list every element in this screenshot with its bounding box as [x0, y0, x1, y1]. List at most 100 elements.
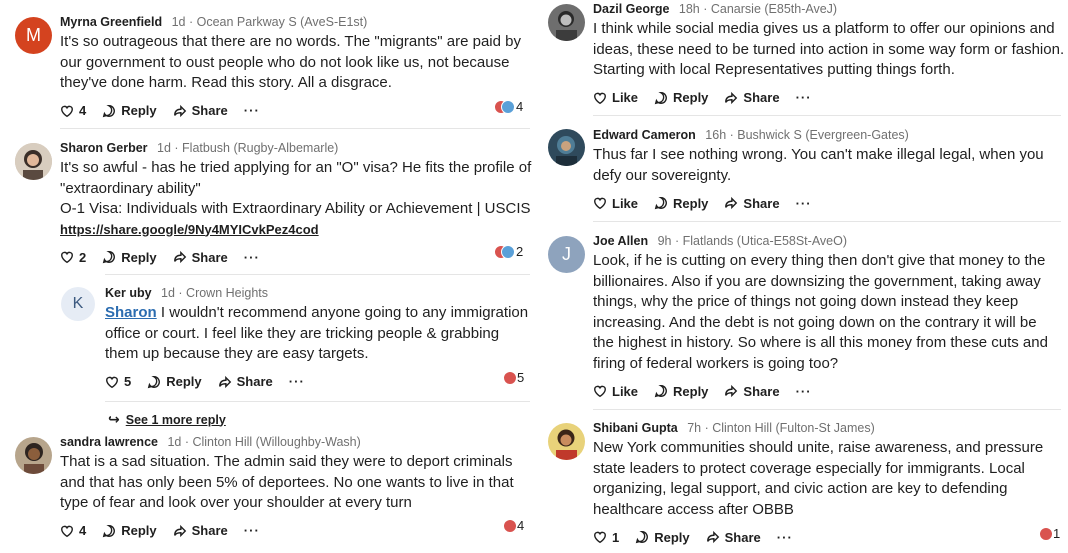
comment-meta: 1d · Crown Heights	[161, 286, 269, 300]
like-reaction-icon	[1039, 526, 1053, 541]
comment-meta: 7h · Clinton Hill (Fulton-St James)	[687, 421, 875, 435]
like-button[interactable]: Like	[593, 90, 638, 105]
author-name[interactable]: Sharon Gerber	[60, 141, 148, 155]
avatar[interactable]: M	[15, 17, 52, 54]
like-button[interactable]: 1	[593, 530, 619, 545]
heart-icon	[594, 385, 606, 398]
comment-actions: 5 Reply Share ···	[105, 373, 535, 391]
heart-icon	[61, 525, 73, 537]
more-options-button[interactable]: ···	[244, 523, 260, 538]
see-more-replies-link[interactable]: ↪ See 1 more reply	[108, 411, 226, 428]
reply-button[interactable]: Reply	[102, 103, 157, 118]
author-name[interactable]: Edward Cameron	[593, 128, 696, 142]
reply-icon	[147, 375, 161, 388]
comment-text: It's so outrageous that there are no wor…	[60, 33, 521, 91]
comment-text: New York communities should unite, raise…	[593, 439, 1044, 518]
share-icon	[725, 384, 738, 398]
comment-meta: 16h · Bushwick S (Evergreen-Gates)	[705, 128, 909, 142]
comment-text: I think while social media gives us a pl…	[593, 20, 1065, 78]
comment-text: It's so awful - has he tried applying fo…	[60, 159, 532, 237]
shared-link[interactable]: https://share.google/9Ny4MYICvkPez4cod	[60, 222, 319, 237]
like-button[interactable]: 5	[105, 374, 131, 389]
reaction-summary[interactable]: 2	[494, 244, 523, 259]
comment-actions: Like Reply Share ···	[593, 89, 1063, 107]
comment-actions: 4 Reply Share ···	[60, 522, 530, 540]
profile-photo	[548, 4, 585, 41]
avatar[interactable]: J	[548, 236, 585, 273]
divider	[105, 401, 530, 402]
author-name[interactable]: Dazil George	[593, 2, 669, 16]
comment-actions: 2 Reply Share ···	[60, 248, 530, 266]
reply-button[interactable]: Reply	[102, 250, 157, 265]
share-button[interactable]: Share	[724, 90, 780, 105]
avatar[interactable]	[548, 4, 585, 41]
like-button[interactable]: 4	[60, 523, 86, 538]
comment-text: Thus far I see nothing wrong. You can't …	[593, 146, 1044, 184]
more-options-button[interactable]: ···	[777, 530, 793, 545]
divider	[593, 409, 1061, 410]
reply-button[interactable]: Reply	[102, 523, 157, 538]
share-button[interactable]: Share	[218, 374, 273, 389]
more-options-button[interactable]: ···	[796, 90, 812, 105]
mention-link[interactable]: Sharon	[105, 304, 157, 321]
author-name[interactable]: sandra lawrence	[60, 435, 158, 449]
author-name[interactable]: Myrna Greenfield	[60, 15, 162, 29]
profile-photo	[15, 143, 52, 180]
reaction-summary[interactable]: 4	[494, 99, 523, 114]
share-button[interactable]: Share	[173, 523, 228, 538]
reaction-summary[interactable]: 5	[503, 370, 524, 385]
comment-text: That is a sad situation. The admin said …	[60, 453, 514, 511]
reply-icon	[102, 104, 116, 117]
author-name[interactable]: Ker uby	[105, 286, 152, 300]
like-button[interactable]: Like	[593, 196, 638, 211]
divider	[593, 221, 1061, 222]
share-icon	[725, 196, 738, 210]
reply-button[interactable]: Reply	[654, 90, 708, 105]
more-options-button[interactable]: ···	[289, 374, 305, 389]
share-icon	[706, 530, 719, 544]
share-icon	[218, 375, 231, 388]
comment-text: Look, if he is cutting on every thing th…	[593, 252, 1048, 372]
more-options-button[interactable]: ···	[244, 250, 260, 265]
avatar[interactable]: K	[61, 287, 95, 321]
reply-button[interactable]: Reply	[635, 530, 690, 545]
share-button[interactable]: Share	[706, 530, 761, 545]
reply-button[interactable]: Reply	[654, 384, 708, 399]
comment-meta: 18h · Canarsie (E85th-AveJ)	[678, 2, 838, 16]
avatar[interactable]	[548, 129, 585, 166]
share-button[interactable]: Share	[173, 103, 228, 118]
author-name[interactable]: Shibani Gupta	[593, 421, 678, 435]
divider	[593, 115, 1061, 116]
avatar[interactable]	[15, 437, 52, 474]
comment-meta: 1d · Clinton Hill (Willoughby-Wash)	[167, 435, 361, 449]
share-button[interactable]: Share	[724, 196, 780, 211]
share-button[interactable]: Share	[724, 384, 780, 399]
comment-meta: 1d · Ocean Parkway S (AveS-E1st)	[171, 15, 368, 29]
heart-icon	[106, 376, 118, 388]
more-options-button[interactable]: ···	[796, 384, 812, 399]
comment-actions: Like Reply Share ···	[593, 194, 1063, 212]
reply-button[interactable]: Reply	[654, 196, 708, 211]
profile-photo	[15, 437, 52, 474]
avatar[interactable]	[548, 423, 585, 460]
comment-meta: 1d · Flatbush (Rugby-Albemarle)	[157, 141, 339, 155]
reply-icon	[654, 197, 667, 210]
author-name[interactable]: Joe Allen	[593, 234, 648, 248]
heart-icon	[61, 105, 73, 117]
share-button[interactable]: Share	[173, 250, 228, 265]
share-icon	[173, 104, 186, 117]
comment-actions: 4 Reply Share ···	[60, 102, 530, 120]
more-options-button[interactable]: ···	[796, 196, 812, 211]
like-button[interactable]: 4	[60, 103, 86, 118]
avatar[interactable]	[15, 143, 52, 180]
reply-icon	[654, 385, 667, 398]
profile-photo	[548, 423, 585, 460]
reaction-summary[interactable]: 4	[503, 518, 524, 533]
reply-icon	[102, 251, 116, 264]
like-button[interactable]: 2	[60, 250, 86, 265]
reaction-summary[interactable]: 1	[1039, 526, 1060, 541]
reply-icon	[102, 524, 116, 537]
reply-button[interactable]: Reply	[147, 374, 202, 389]
like-button[interactable]: Like	[593, 384, 638, 399]
more-options-button[interactable]: ···	[244, 103, 260, 118]
